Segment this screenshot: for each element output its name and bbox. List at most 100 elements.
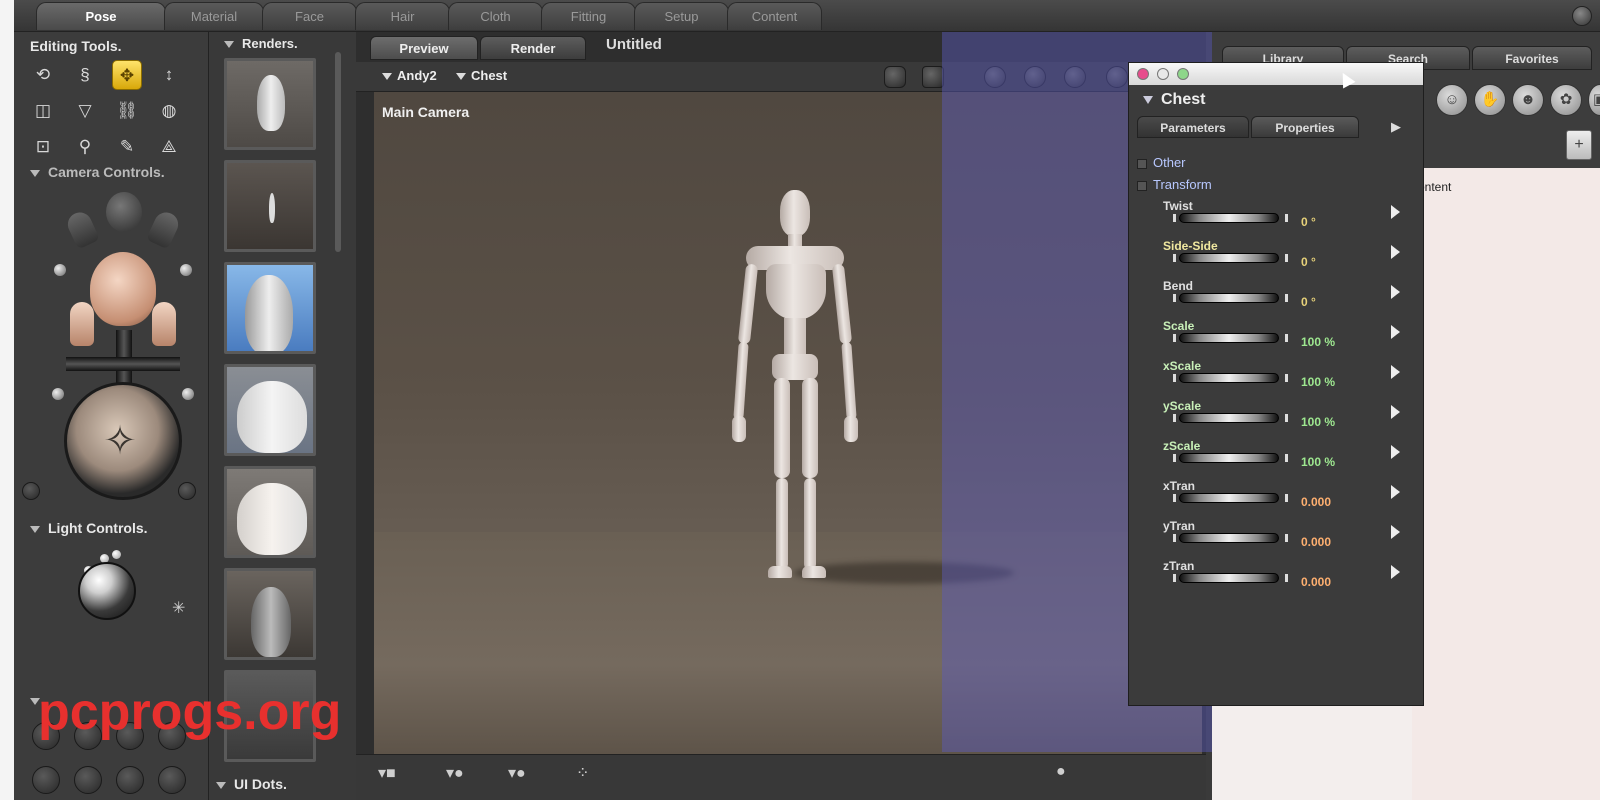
figure-select[interactable]: Andy2 bbox=[382, 68, 437, 83]
scale-tool-icon[interactable]: ◫ bbox=[28, 96, 58, 126]
right-hand-camera-icon-2[interactable] bbox=[152, 302, 176, 346]
param-value[interactable]: 100 % bbox=[1301, 375, 1335, 389]
param-value[interactable]: 100 % bbox=[1301, 455, 1335, 469]
parameters-menu-arrow-icon[interactable]: ▶ bbox=[1391, 119, 1401, 135]
grouping-tool-icon[interactable]: ⊡ bbox=[28, 132, 58, 162]
tab-properties[interactable]: Properties bbox=[1251, 116, 1359, 138]
render-thumbnail[interactable] bbox=[224, 58, 316, 150]
color-tool-icon[interactable]: ◍ bbox=[154, 96, 184, 126]
ground-shadow-dropdown-icon[interactable]: ▾● bbox=[446, 763, 464, 783]
right-hand-camera-icon[interactable] bbox=[145, 208, 183, 250]
light-handle-3-icon[interactable] bbox=[112, 550, 121, 559]
twist-tool-icon[interactable]: § bbox=[70, 60, 100, 90]
rotate-tool-icon[interactable]: ⟲ bbox=[28, 60, 58, 90]
param-dial[interactable] bbox=[1179, 333, 1279, 343]
room-tab-fitting[interactable]: Fitting bbox=[541, 2, 636, 30]
param-dial[interactable] bbox=[1179, 373, 1279, 383]
chain-break-tool-icon[interactable]: ⛓ bbox=[112, 96, 142, 126]
param-value[interactable]: 0 ° bbox=[1301, 255, 1316, 269]
param-menu-arrow-icon[interactable] bbox=[1391, 445, 1400, 459]
library-figures-icon[interactable]: ☺ bbox=[1436, 84, 1468, 116]
param-value[interactable]: 0.000 bbox=[1301, 495, 1331, 509]
camera-knob-left-icon[interactable] bbox=[22, 482, 40, 500]
room-tab-hair[interactable]: Hair bbox=[355, 2, 450, 30]
room-tab-face[interactable]: Face bbox=[262, 2, 357, 30]
render-thumbnail[interactable] bbox=[224, 466, 316, 558]
parameters-header[interactable]: Chest bbox=[1143, 91, 1205, 109]
light-sphere-icon[interactable] bbox=[78, 562, 136, 620]
library-poses-icon[interactable]: ✋ bbox=[1474, 84, 1506, 116]
param-value[interactable]: 0 ° bbox=[1301, 295, 1316, 309]
group-transform[interactable]: Transform bbox=[1137, 177, 1212, 192]
param-dial[interactable] bbox=[1179, 493, 1279, 503]
room-tab-cloth[interactable]: Cloth bbox=[448, 2, 543, 30]
focal-camera-icon[interactable] bbox=[182, 388, 194, 400]
library-expressions-icon[interactable]: ☻ bbox=[1512, 84, 1544, 116]
view-magnifier-icon[interactable]: ⚲ bbox=[70, 132, 100, 162]
param-value[interactable]: 100 % bbox=[1301, 415, 1335, 429]
param-dial[interactable] bbox=[1179, 213, 1279, 223]
display-toggle-icon[interactable]: ● bbox=[1056, 763, 1066, 781]
renders-scrollbar[interactable] bbox=[335, 52, 341, 252]
morphing-tool-icon[interactable]: ✎ bbox=[112, 132, 142, 162]
figure-circle-dropdown-icon[interactable]: ▾■ bbox=[378, 763, 396, 783]
param-value[interactable]: 0.000 bbox=[1301, 535, 1331, 549]
move-x-control-icon[interactable] bbox=[66, 357, 180, 371]
library-add-button[interactable]: + bbox=[1566, 130, 1592, 160]
zoom-window-icon[interactable] bbox=[1177, 68, 1189, 80]
param-menu-arrow-icon[interactable] bbox=[1391, 565, 1400, 579]
param-dial[interactable] bbox=[1179, 413, 1279, 423]
ui-dots-section[interactable]: UI Dots. bbox=[216, 776, 287, 792]
parameters-titlebar[interactable] bbox=[1129, 63, 1423, 85]
library-content-area[interactable] bbox=[1412, 168, 1600, 800]
minimize-window-icon[interactable] bbox=[1157, 68, 1169, 80]
room-tab-content[interactable]: Content bbox=[727, 2, 822, 30]
camera-knob-right-icon[interactable] bbox=[178, 482, 196, 500]
key-camera-icon[interactable] bbox=[180, 264, 192, 276]
param-menu-arrow-icon[interactable] bbox=[1391, 205, 1400, 219]
library-props-icon[interactable]: ▣ bbox=[1588, 84, 1600, 116]
param-menu-arrow-icon[interactable] bbox=[1391, 245, 1400, 259]
param-dial[interactable] bbox=[1179, 253, 1279, 263]
display-style-5-icon[interactable] bbox=[32, 766, 60, 794]
tab-parameters[interactable]: Parameters bbox=[1137, 116, 1249, 138]
camera-controls-section[interactable]: Camera Controls. bbox=[30, 164, 165, 180]
group-other[interactable]: Other bbox=[1137, 155, 1186, 170]
room-tab-material[interactable]: Material bbox=[164, 2, 264, 30]
room-tab-setup[interactable]: Setup bbox=[634, 2, 729, 30]
display-style-8-icon[interactable] bbox=[158, 766, 186, 794]
library-hair-icon[interactable]: ✿ bbox=[1550, 84, 1582, 116]
left-hand-camera-icon-2[interactable] bbox=[70, 302, 94, 346]
direct-manipulation-icon[interactable]: ⟁ bbox=[154, 132, 184, 162]
mannequin-figure[interactable] bbox=[724, 182, 864, 582]
taper-tool-icon[interactable]: ▽ bbox=[70, 96, 100, 126]
param-menu-arrow-icon[interactable] bbox=[1391, 485, 1400, 499]
param-menu-arrow-icon[interactable] bbox=[1391, 285, 1400, 299]
translate-tool-icon[interactable]: ✥ bbox=[112, 60, 142, 90]
render-thumbnail[interactable] bbox=[224, 364, 316, 456]
translate-in-out-tool-icon[interactable]: ↕ bbox=[154, 60, 184, 90]
flyaround-icon[interactable] bbox=[54, 264, 66, 276]
param-dial[interactable] bbox=[1179, 293, 1279, 303]
tab-render[interactable]: Render bbox=[480, 36, 586, 60]
param-value[interactable]: 100 % bbox=[1301, 335, 1335, 349]
renders-section[interactable]: Renders. bbox=[224, 36, 298, 51]
param-menu-arrow-icon[interactable] bbox=[1391, 525, 1400, 539]
param-value[interactable]: 0.000 bbox=[1301, 575, 1331, 589]
tab-preview[interactable]: Preview bbox=[370, 36, 478, 60]
scale-camera-icon[interactable] bbox=[52, 388, 64, 400]
param-dial[interactable] bbox=[1179, 453, 1279, 463]
param-dial[interactable] bbox=[1179, 533, 1279, 543]
light-controls-section[interactable]: Light Controls. bbox=[30, 520, 148, 536]
camera-view-icon[interactable] bbox=[884, 66, 906, 88]
render-thumbnail[interactable] bbox=[224, 568, 316, 660]
close-window-icon[interactable] bbox=[1137, 68, 1149, 80]
render-thumbnail[interactable] bbox=[224, 160, 316, 252]
display-style-7-icon[interactable] bbox=[116, 766, 144, 794]
face-camera-icon[interactable] bbox=[90, 252, 156, 326]
room-tab-pose[interactable]: Pose bbox=[36, 2, 166, 30]
param-menu-arrow-icon[interactable] bbox=[1391, 325, 1400, 339]
param-menu-arrow-icon[interactable] bbox=[1391, 365, 1400, 379]
param-menu-arrow-icon[interactable] bbox=[1391, 405, 1400, 419]
param-value[interactable]: 0 ° bbox=[1301, 215, 1316, 229]
